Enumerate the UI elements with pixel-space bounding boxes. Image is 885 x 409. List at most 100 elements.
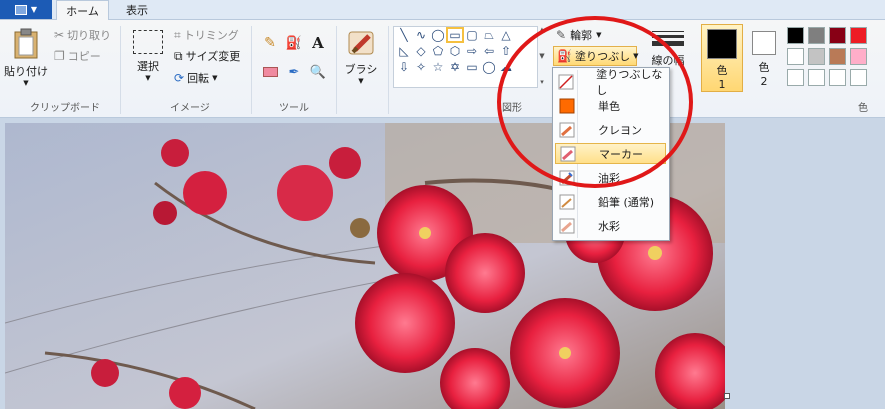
pencil-tool[interactable]: ✎: [260, 33, 280, 53]
select-button[interactable]: 選択 ▼: [128, 28, 168, 88]
chevron-down-icon: ▼: [358, 77, 364, 85]
palette-color-swatch[interactable]: [808, 69, 825, 86]
color1-number: 1: [718, 78, 726, 91]
triangle-shape-icon[interactable]: △: [499, 28, 513, 42]
menu-item-watercolor[interactable]: 水彩: [555, 215, 666, 236]
menu-item-marker[interactable]: マーカー: [555, 143, 666, 164]
paste-label: 貼り付け: [4, 65, 48, 78]
cut-label: 切り取り: [67, 29, 112, 42]
palette-color-swatch[interactable]: [829, 48, 846, 65]
polygon-shape-icon[interactable]: ⏢: [482, 28, 496, 42]
up-arrow-shape-icon[interactable]: ⇧: [499, 44, 513, 58]
group-divider: [120, 26, 121, 114]
palette-color-swatch[interactable]: [850, 48, 867, 65]
group-divider: [251, 26, 252, 114]
brush-icon: [348, 31, 374, 55]
tab-view[interactable]: 表示: [112, 0, 162, 19]
crop-icon: ⌗: [174, 27, 181, 42]
clipboard-icon: [14, 28, 38, 59]
rotate-label: 回転: [187, 72, 210, 85]
scroll-up-icon[interactable]: ▲: [539, 26, 544, 34]
four-point-star-shape-icon[interactable]: ✧: [414, 60, 428, 74]
fill-bucket-tool[interactable]: ⛽: [284, 33, 304, 53]
resize-icon: ⧉: [174, 48, 183, 63]
color2-swatch: [752, 31, 776, 55]
palette-color-swatch[interactable]: [787, 69, 804, 86]
scroll-down-icon[interactable]: ▼: [539, 52, 544, 60]
oil-paint-icon: [558, 169, 576, 187]
menu-item-label: 油彩: [598, 171, 620, 185]
no-fill-icon: [558, 73, 574, 91]
cloud-callout-shape-icon[interactable]: ☁: [499, 60, 513, 74]
oval-shape-icon[interactable]: ◯: [431, 28, 445, 42]
color-picker-tool[interactable]: ✒: [284, 62, 304, 82]
six-point-star-shape-icon[interactable]: ✡: [448, 60, 462, 74]
hexagon-shape-icon[interactable]: ⬡: [448, 44, 462, 58]
copy-button[interactable]: ❐ コピー: [54, 48, 101, 64]
select-label: 選択: [137, 60, 159, 73]
crayon-icon: [558, 121, 576, 139]
shapes-gallery[interactable]: ╲ ∿ ◯ ▭ ▢ ⏢ △ ◺ ◇ ⬠ ⬡ ⇨ ⇦ ⇧ ⇩ ✧ ☆ ✡ ▭ ◯ …: [393, 26, 538, 88]
color-palette: [787, 27, 885, 90]
fill-dropdown-menu: 塗りつぶしなし 単色 クレヨン マーカー 油彩 鉛筆 (通常) 水彩: [552, 67, 670, 241]
rotate-button[interactable]: ⟳ 回転 ▼: [174, 70, 217, 86]
rounded-rectangle-shape-icon[interactable]: ▢: [465, 28, 479, 42]
cut-button[interactable]: ✂ 切り取り: [54, 27, 111, 43]
oval-callout-shape-icon[interactable]: ◯: [482, 60, 496, 74]
tab-home[interactable]: ホーム: [56, 0, 109, 21]
shapes-scroll[interactable]: ▲ ▼ ▾: [537, 26, 547, 86]
palette-color-swatch[interactable]: [808, 27, 825, 44]
down-arrow-shape-icon[interactable]: ⇩: [397, 60, 411, 74]
palette-color-swatch[interactable]: [829, 69, 846, 86]
expand-gallery-icon[interactable]: ▾: [540, 78, 544, 86]
menu-item-oil-paint[interactable]: 油彩: [555, 167, 666, 188]
line-shape-icon[interactable]: ╲: [397, 28, 411, 42]
palette-color-swatch[interactable]: [829, 27, 846, 44]
brushes-label: ブラシ: [344, 63, 378, 76]
palette-color-swatch[interactable]: [850, 27, 867, 44]
eraser-tool[interactable]: [260, 62, 280, 82]
file-menu-button[interactable]: ▼: [0, 0, 52, 19]
rectangle-shape-icon[interactable]: ▭: [446, 27, 464, 43]
marker-icon: [559, 145, 577, 163]
paste-button[interactable]: 貼り付け ▼: [4, 26, 48, 88]
palette-color-swatch[interactable]: [787, 48, 804, 65]
brushes-button[interactable]: ブラシ ▼: [341, 28, 381, 88]
callout-shape-icon[interactable]: ▭: [465, 60, 479, 74]
palette-color-swatch[interactable]: [787, 27, 804, 44]
menu-item-pencil[interactable]: 鉛筆 (通常): [555, 191, 666, 212]
palette-color-swatch[interactable]: [850, 69, 867, 86]
curve-shape-icon[interactable]: ∿: [414, 28, 428, 42]
right-triangle-shape-icon[interactable]: ◺: [397, 44, 411, 58]
text-tool[interactable]: A: [308, 33, 328, 53]
outline-pen-icon: ✎: [556, 28, 567, 42]
color1-button[interactable]: 色 1: [701, 24, 743, 92]
outline-button[interactable]: ✎ 輪郭 ▼: [556, 27, 601, 43]
outline-label: 輪郭: [570, 29, 593, 42]
five-point-star-shape-icon[interactable]: ☆: [431, 60, 445, 74]
color1-label: 色: [716, 64, 728, 77]
pencil-icon: [558, 193, 576, 211]
color2-button[interactable]: 色 2: [746, 24, 782, 92]
left-arrow-shape-icon[interactable]: ⇦: [482, 44, 496, 58]
canvas-resize-handle[interactable]: [724, 393, 730, 399]
crop-button[interactable]: ⌗ トリミング: [174, 27, 239, 43]
copy-icon: ❐: [54, 49, 65, 63]
menu-item-label: 鉛筆 (通常): [598, 195, 655, 209]
menu-item-solid-color[interactable]: 単色: [555, 95, 666, 116]
dropdown-arrow-icon: ▼: [30, 5, 38, 14]
color1-swatch: [707, 29, 737, 59]
menu-item-no-fill[interactable]: 塗りつぶしなし: [555, 68, 666, 97]
fill-button[interactable]: ⛽ 塗りつぶし ▼: [553, 46, 639, 66]
resize-button[interactable]: ⧉ サイズ変更: [174, 48, 240, 64]
palette-color-swatch[interactable]: [808, 48, 825, 65]
right-arrow-shape-icon[interactable]: ⇨: [465, 44, 479, 58]
magnifier-tool[interactable]: 🔍: [308, 62, 328, 82]
menu-item-crayon[interactable]: クレヨン: [555, 119, 666, 140]
pentagon-shape-icon[interactable]: ⬠: [431, 44, 445, 58]
chevron-down-icon: ▼: [633, 52, 639, 60]
crop-label: トリミング: [183, 29, 239, 42]
diamond-shape-icon[interactable]: ◇: [414, 44, 428, 58]
group-divider: [388, 26, 389, 114]
watercolor-icon: [558, 217, 576, 235]
